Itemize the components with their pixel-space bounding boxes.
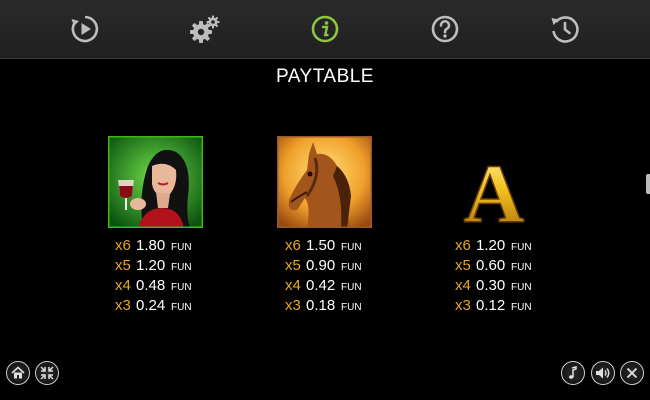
currency: FUN <box>511 262 532 273</box>
home-button[interactable] <box>6 361 30 385</box>
sound-button[interactable] <box>591 361 615 385</box>
pay-row: x3 0.18 FUN <box>285 296 395 316</box>
multiplier: x5 <box>285 257 301 274</box>
paytable-woman: x6 1.80 FUN x5 1.20 FUN x4 0.48 FUN x3 0… <box>115 236 225 316</box>
multiplier: x4 <box>285 277 301 294</box>
pay-row: x3 0.24 FUN <box>115 296 225 316</box>
payout-value: 0.60 <box>476 257 506 274</box>
history-button[interactable] <box>547 11 583 47</box>
multiplier: x6 <box>115 237 131 254</box>
multiplier: x4 <box>115 277 131 294</box>
currency: FUN <box>511 242 532 253</box>
currency: FUN <box>341 282 362 293</box>
currency: FUN <box>171 282 192 293</box>
top-toolbar <box>0 0 650 59</box>
info-button[interactable] <box>307 11 343 47</box>
pay-row: x4 0.42 FUN <box>285 276 395 296</box>
fullscreen-button[interactable] <box>35 361 59 385</box>
close-icon <box>626 367 638 379</box>
payout-value: 0.18 <box>306 297 336 314</box>
payout-value: 1.20 <box>476 237 506 254</box>
payout-value: 0.42 <box>306 277 336 294</box>
currency: FUN <box>171 262 192 273</box>
symbol-letter-a: A <box>447 136 542 242</box>
currency: FUN <box>341 302 362 313</box>
currency: FUN <box>511 282 532 293</box>
paytable-letter-a: x6 1.20 FUN x5 0.60 FUN x4 0.30 FUN x3 0… <box>455 236 565 316</box>
home-icon <box>11 366 25 379</box>
payout-value: 1.20 <box>136 257 166 274</box>
help-icon <box>431 15 459 43</box>
music-button[interactable] <box>561 361 585 385</box>
multiplier: x3 <box>455 297 471 314</box>
sound-icon <box>596 367 610 379</box>
close-button[interactable] <box>620 361 644 385</box>
symbol-horse-image <box>277 136 372 228</box>
payout-value: 1.50 <box>306 237 336 254</box>
paytable-horse: x6 1.50 FUN x5 0.90 FUN x4 0.42 FUN x3 0… <box>285 236 395 316</box>
info-icon <box>311 15 339 43</box>
help-button[interactable] <box>427 11 463 47</box>
multiplier: x5 <box>115 257 131 274</box>
settings-icon <box>190 15 220 43</box>
pay-row: x4 0.30 FUN <box>455 276 565 296</box>
pay-row: x6 1.80 FUN <box>115 236 225 256</box>
replay-icon <box>71 15 99 43</box>
multiplier: x3 <box>285 297 301 314</box>
currency: FUN <box>341 262 362 273</box>
pay-row: x6 1.50 FUN <box>285 236 395 256</box>
multiplier: x4 <box>455 277 471 294</box>
pay-row: x6 1.20 FUN <box>455 236 565 256</box>
pay-row: x5 0.90 FUN <box>285 256 395 276</box>
replay-button[interactable] <box>67 11 103 47</box>
multiplier: x3 <box>115 297 131 314</box>
page-title: PAYTABLE <box>276 66 374 87</box>
payout-value: 0.90 <box>306 257 336 274</box>
pay-row: x3 0.12 FUN <box>455 296 565 316</box>
scroll-handle[interactable] <box>646 174 650 194</box>
payout-value: 0.12 <box>476 297 506 314</box>
settings-button[interactable] <box>187 11 223 47</box>
history-icon <box>551 16 579 43</box>
payout-value: 0.30 <box>476 277 506 294</box>
multiplier: x6 <box>285 237 301 254</box>
payout-value: 0.24 <box>136 297 166 314</box>
multiplier: x5 <box>455 257 471 274</box>
currency: FUN <box>171 302 192 313</box>
currency: FUN <box>511 302 532 313</box>
payout-value: 0.48 <box>136 277 166 294</box>
svg-text:A: A <box>464 148 525 228</box>
payout-value: 1.80 <box>136 237 166 254</box>
currency: FUN <box>171 242 192 253</box>
symbol-woman-image <box>108 136 203 228</box>
pay-row: x5 1.20 FUN <box>115 256 225 276</box>
pay-row: x4 0.48 FUN <box>115 276 225 296</box>
pay-row: x5 0.60 FUN <box>455 256 565 276</box>
fullscreen-icon <box>40 366 54 380</box>
currency: FUN <box>341 242 362 253</box>
music-icon <box>569 366 577 379</box>
multiplier: x6 <box>455 237 471 254</box>
